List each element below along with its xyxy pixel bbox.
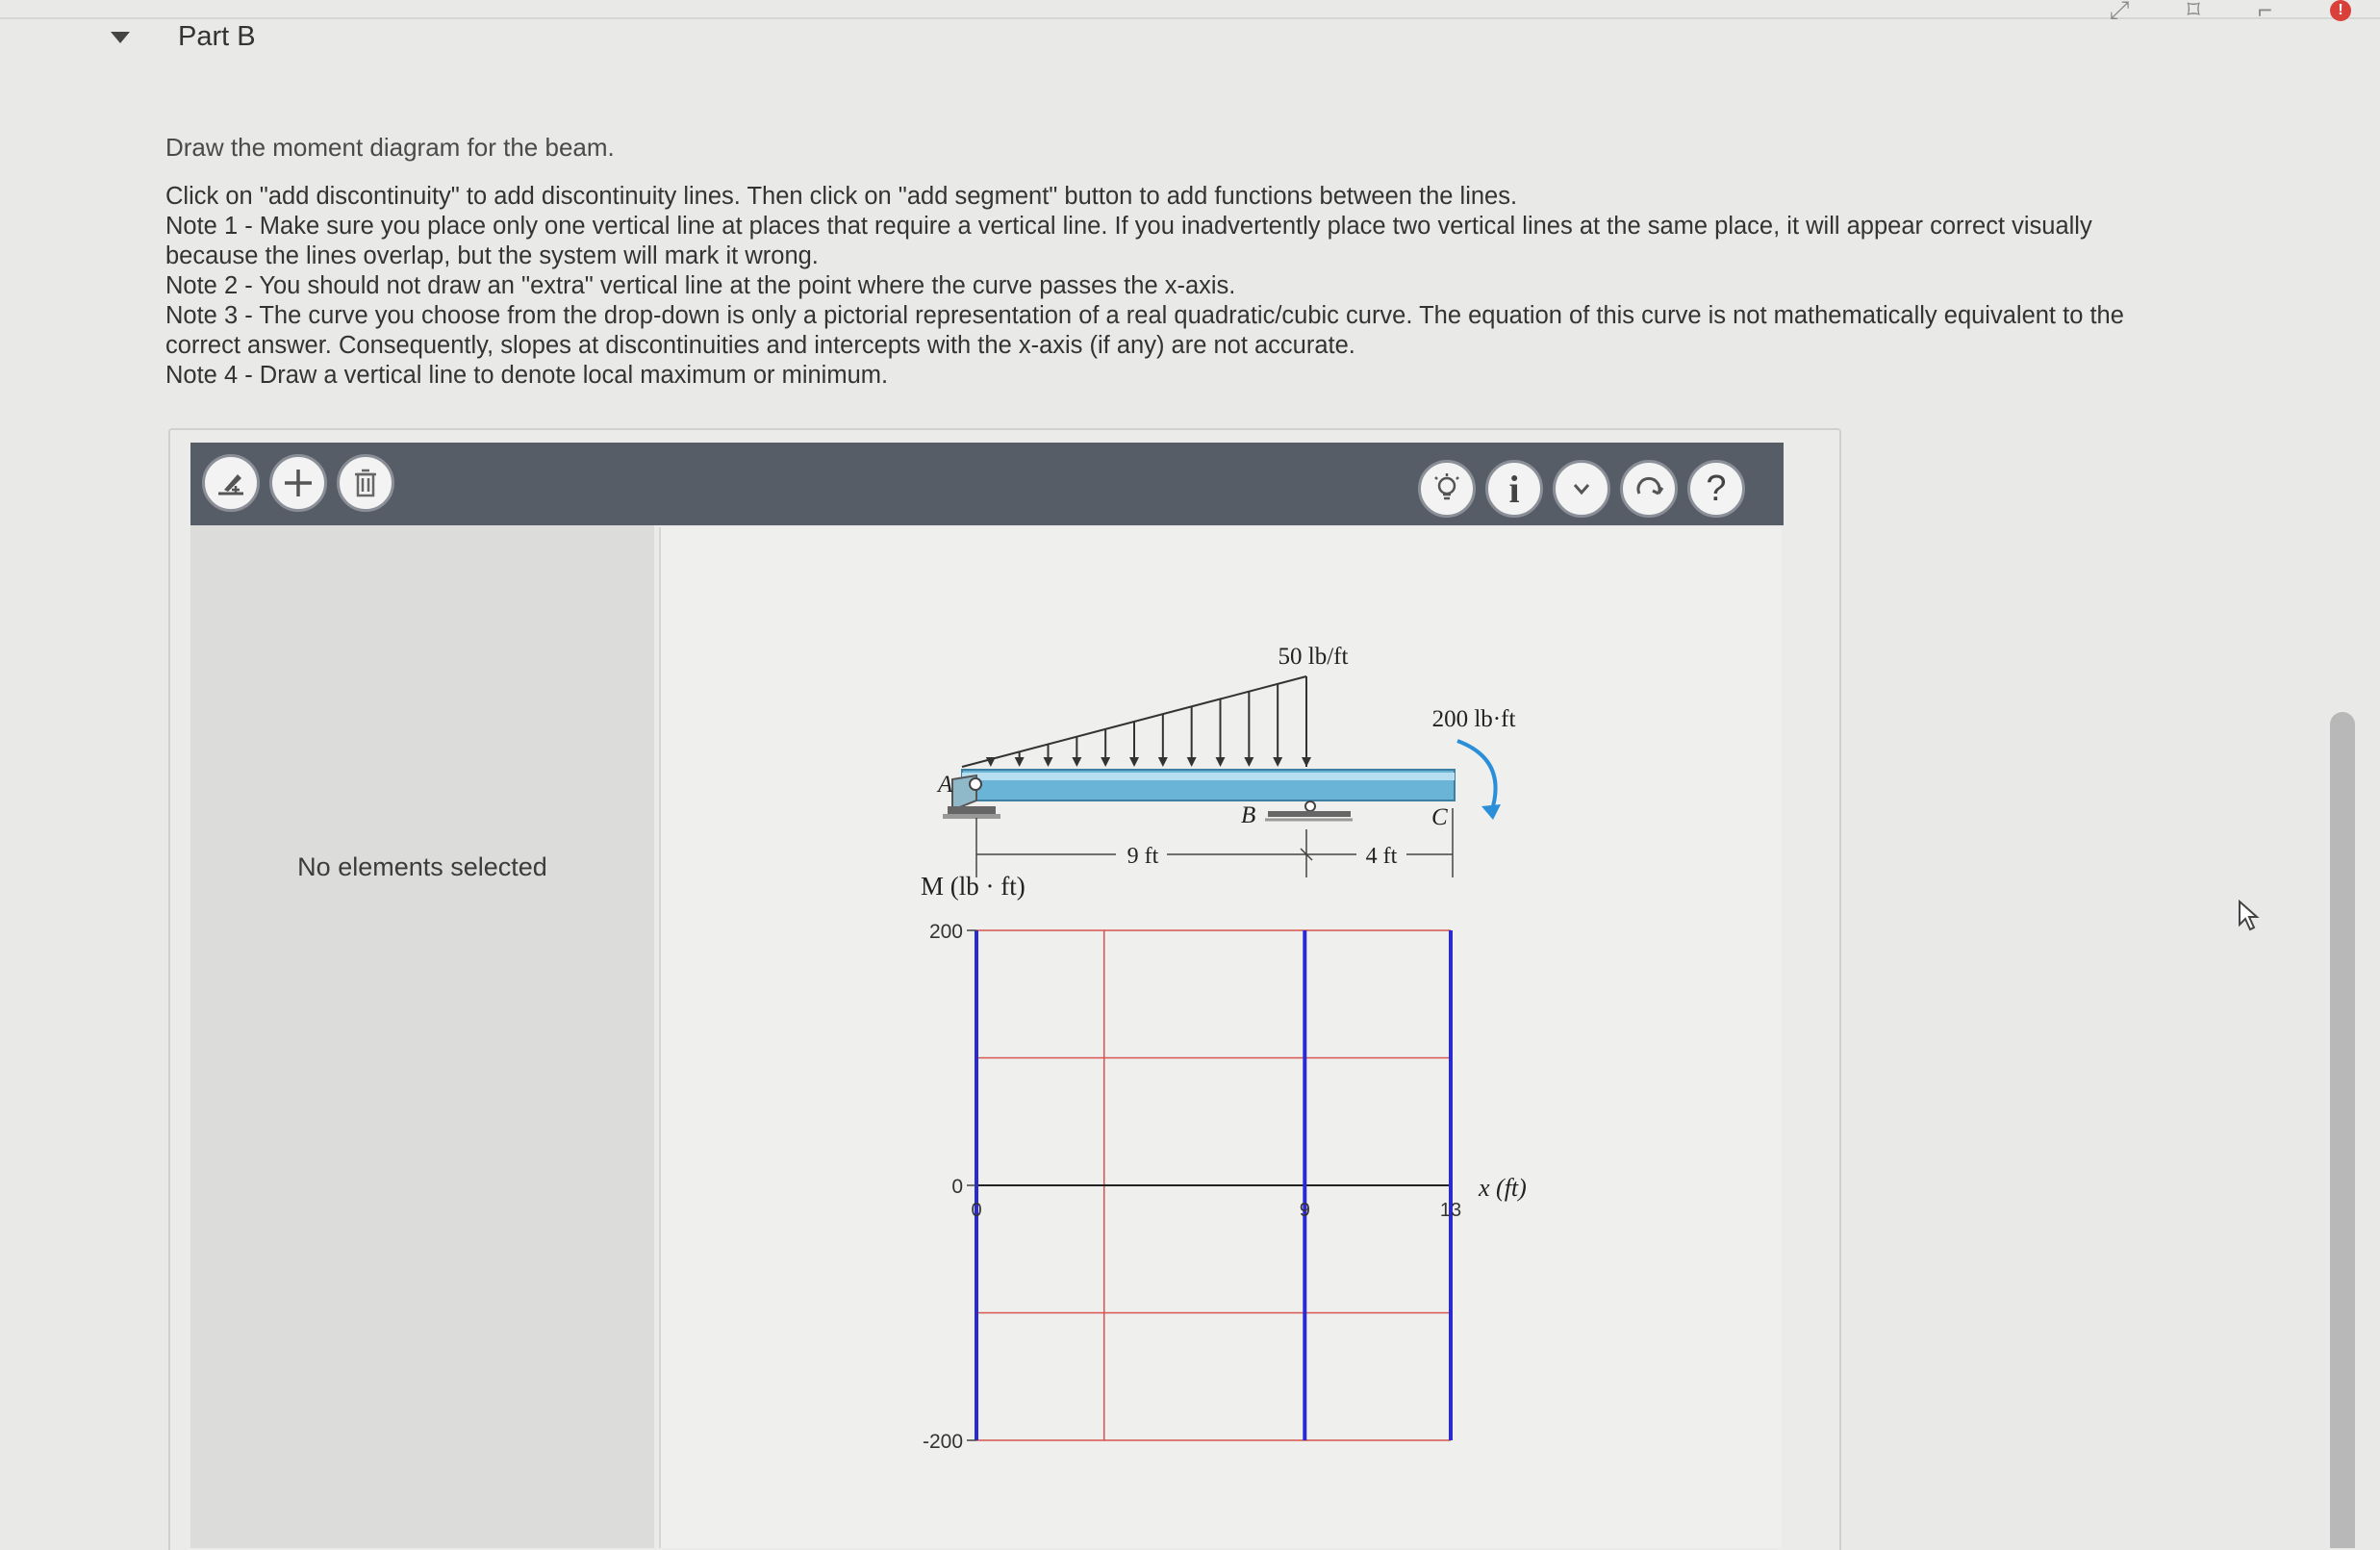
y-axis-label: M (lb · ft) (921, 872, 1025, 901)
load-arrow-head (1186, 757, 1197, 767)
end-c-label: C (1431, 804, 1448, 830)
load-arrow-head (1157, 757, 1168, 767)
span-bc-label: 4 ft (1366, 844, 1398, 869)
moment-diagram-chart[interactable]: 200 0 -200 0 9 13 M (lb · ft) x (ft) (921, 872, 1527, 1453)
distributed-load-arrows (985, 676, 1311, 767)
load-arrow-head (1014, 757, 1025, 767)
load-arrow-head (1043, 757, 1053, 767)
span-ab-label: 9 ft (1127, 844, 1159, 869)
y-tick-label: 0 (951, 1176, 963, 1198)
support-b-label: B (1241, 802, 1255, 828)
load-arrow-head (1215, 757, 1226, 767)
load-arrow-head (1129, 757, 1139, 767)
load-arrow-head (1072, 757, 1082, 767)
support-a-label: A (936, 772, 953, 798)
y-tick-label: 200 (929, 921, 963, 943)
load-arrow-head (1273, 757, 1283, 767)
beam-figure: 50 lb/ft A B C 200 lb·ft 9 ft 4 ft (936, 644, 1515, 877)
couple-moment-arrowhead (1481, 804, 1501, 820)
x-tick-label: 0 (971, 1200, 981, 1221)
beam-and-moment-diagram: 50 lb/ft A B C 200 lb·ft 9 ft 4 ft 2000-… (921, 644, 1527, 1453)
x-axis-label: x (ft) (1478, 1174, 1527, 1202)
page-scrollbar[interactable] (2330, 712, 2355, 1548)
y-tick-label: -200 (923, 1431, 963, 1453)
roller-support-b (1265, 800, 1353, 822)
beam-highlight (962, 773, 1455, 780)
x-tick-label: 9 (1300, 1200, 1310, 1221)
load-arrow-head (1101, 757, 1111, 767)
moment-label: 200 lb·ft (1432, 706, 1516, 732)
mouse-cursor-icon (2239, 900, 2260, 931)
couple-moment-arc (1456, 739, 1498, 814)
load-arrow-head (1244, 757, 1254, 767)
x-tick-label: 13 (1440, 1200, 1461, 1221)
load-label: 50 lb/ft (1279, 644, 1349, 670)
